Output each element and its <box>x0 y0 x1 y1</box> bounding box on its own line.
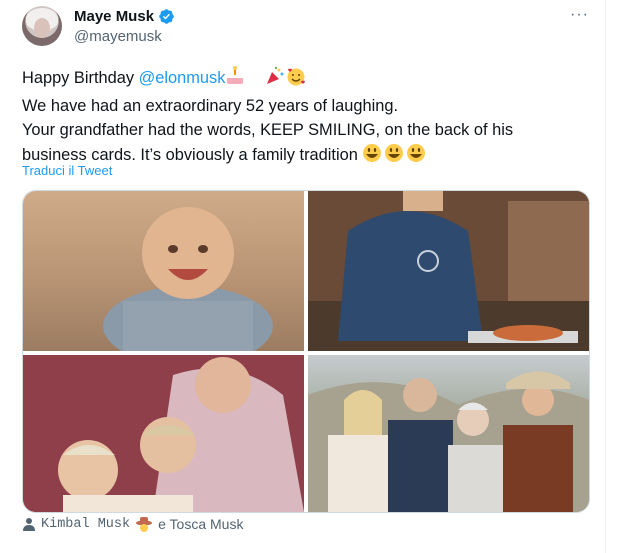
photo-baby[interactable] <box>23 191 304 351</box>
verified-badge-icon <box>159 9 174 24</box>
party-popper-emoji <box>265 66 285 94</box>
text-line4: business cards. It’s obviously a family … <box>22 145 363 164</box>
text-line1: Happy Birthday <box>22 69 139 87</box>
tweet-container: Maye Musk @mayemusk ··· Happy Birthday @… <box>0 0 606 553</box>
grinning-face-emoji <box>362 143 428 171</box>
photo-family-old[interactable] <box>23 355 304 512</box>
photo-child-denim[interactable] <box>308 191 589 351</box>
mention-link[interactable]: @elonmusk <box>139 69 226 87</box>
person-tag-icon <box>23 518 35 531</box>
text-line3: Your grandfather had the words, KEEP SMI… <box>22 121 514 139</box>
more-options-icon[interactable]: ··· <box>570 6 589 24</box>
text-line2: We have had an extraordinary 52 years of… <box>22 96 399 115</box>
tagged-user-tosca[interactable]: e Tosca Musk <box>158 516 243 532</box>
cowboy-hat-emoji <box>136 517 153 532</box>
author-name[interactable]: Maye Musk <box>74 8 154 25</box>
photo-grid <box>22 190 590 513</box>
tagged-users: Kimbal Musk e Tosca Musk <box>22 516 243 532</box>
tweet-text: Happy Birthday @elonmusk We have had an … <box>22 66 592 170</box>
author-handle[interactable]: @mayemusk <box>74 28 162 45</box>
birthday-cake-emoji <box>225 66 265 94</box>
tagged-user-kimbal[interactable]: Kimbal Musk <box>41 517 130 532</box>
smiling-face-hearts-emoji <box>285 66 307 94</box>
author-name-row[interactable]: Maye Musk <box>74 8 175 25</box>
avatar[interactable] <box>22 6 62 46</box>
photo-family-recent[interactable] <box>308 355 589 512</box>
translate-tweet-link[interactable]: Traduci il Tweet <box>22 163 112 178</box>
